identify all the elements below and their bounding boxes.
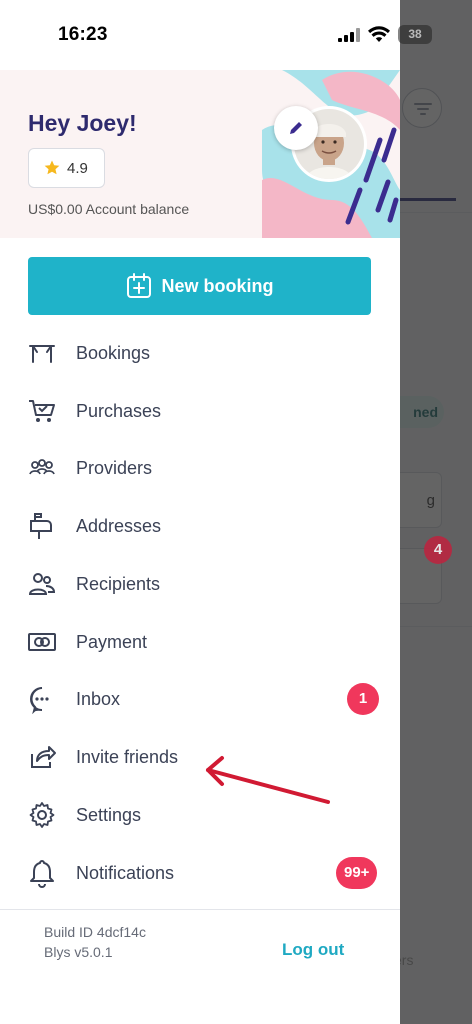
providers-icon	[29, 459, 55, 475]
menu-item-label: Payment	[76, 632, 148, 652]
bookings-icon	[29, 345, 55, 363]
build-info: Build ID 4dcf14c Blys v5.0.1	[44, 922, 146, 962]
gear-icon	[29, 802, 55, 828]
menu-item-label: Invite friends	[76, 747, 179, 767]
build-id: Build ID 4dcf14c	[44, 924, 146, 940]
status-time: 16:23	[58, 24, 108, 45]
menu-item-label: Settings	[76, 805, 142, 825]
menu-item-notifications[interactable]: Notifications 99+	[0, 850, 400, 896]
footer-divider	[0, 909, 400, 910]
menu-item-purchases[interactable]: Purchases	[0, 388, 400, 434]
wifi-icon	[368, 26, 390, 42]
navigation-drawer: Hey Joey! 4.9 US$0.00 Account balance Ne…	[0, 0, 400, 1024]
app-version: Blys v5.0.1	[44, 944, 113, 960]
chat-icon	[30, 687, 49, 714]
menu-item-addresses[interactable]: Addresses	[0, 503, 400, 549]
calendar-plus-icon	[126, 273, 151, 298]
notifications-count-badge: 99+	[336, 857, 378, 889]
new-booking-button[interactable]: New booking	[28, 257, 371, 315]
payment-icon	[28, 633, 56, 651]
menu-item-label: Recipients	[76, 574, 161, 594]
logout-button[interactable]: Log out	[282, 940, 344, 960]
bell-icon	[30, 860, 54, 888]
status-bar: 16:23 38	[0, 0, 472, 70]
edit-profile-button[interactable]	[274, 106, 318, 150]
dim-overlay[interactable]	[400, 0, 472, 1024]
profile-header: Hey Joey! 4.9 US$0.00 Account balance	[0, 70, 400, 238]
menu-item-label: Bookings	[76, 343, 151, 363]
menu-item-label: Inbox	[76, 689, 121, 709]
background-badge: 4	[424, 536, 452, 564]
pencil-icon	[290, 122, 302, 134]
rating-badge: 4.9	[28, 148, 105, 188]
menu-item-label: Purchases	[76, 401, 162, 421]
rating-value: 4.9	[67, 160, 88, 177]
annotation-arrow-icon	[206, 756, 330, 804]
share-icon	[31, 746, 56, 768]
recipients-icon	[28, 573, 56, 595]
menu-item-providers[interactable]: Providers	[0, 445, 400, 491]
new-booking-label: New booking	[161, 275, 274, 296]
account-balance: US$0.00 Account balance	[28, 201, 190, 217]
cart-icon	[29, 400, 55, 422]
menu-item-bookings[interactable]: Bookings	[0, 330, 400, 376]
menu-item-label: Notifications	[76, 863, 175, 883]
star-icon	[44, 160, 60, 175]
menu-item-payment[interactable]: Payment	[0, 619, 400, 665]
menu-item-label: Providers	[76, 458, 153, 478]
battery-indicator: 38	[398, 25, 432, 44]
signal-icon	[338, 28, 360, 42]
menu-item-inbox[interactable]: Inbox 1	[0, 676, 400, 722]
greeting-title: Hey Joey!	[28, 110, 137, 136]
menu-item-recipients[interactable]: Recipients	[0, 561, 400, 607]
inbox-count-badge: 1	[347, 683, 379, 715]
menu-item-label: Addresses	[76, 516, 162, 536]
mailbox-icon	[30, 513, 52, 539]
